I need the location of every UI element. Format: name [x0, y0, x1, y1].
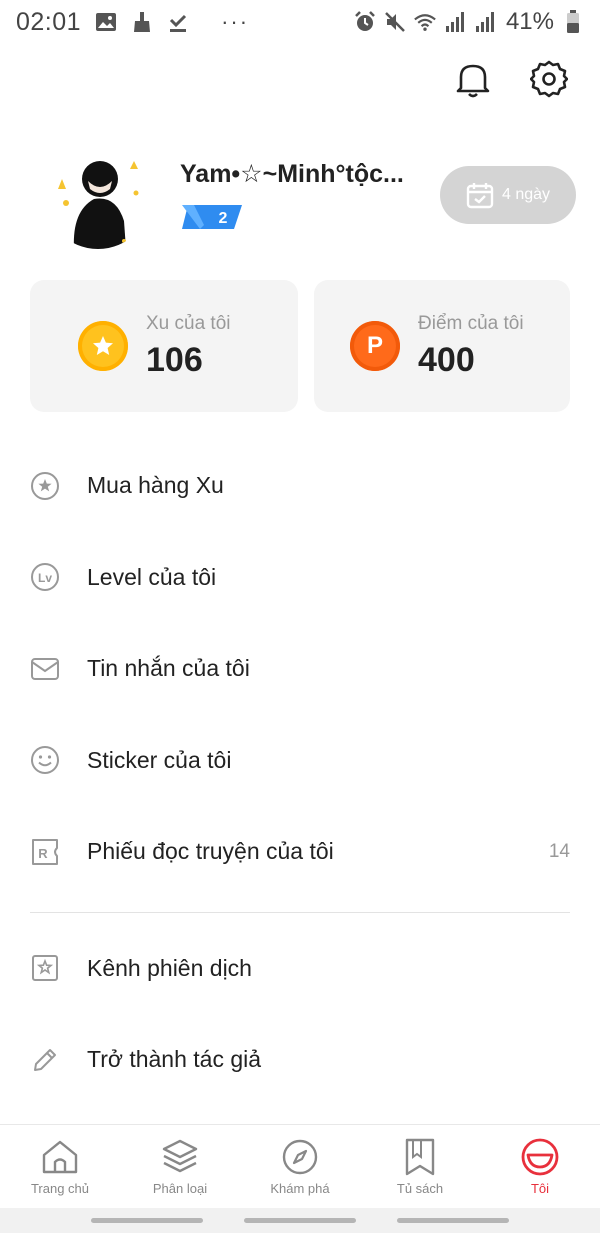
gesture-handle[interactable]	[90, 1218, 203, 1223]
level-number: 2	[219, 210, 228, 227]
profile-face-icon	[520, 1137, 560, 1177]
menu-item-stickers[interactable]: Sticker của tôi	[30, 715, 570, 807]
broom-icon	[131, 11, 153, 33]
gesture-handle[interactable]	[397, 1218, 510, 1223]
header-actions	[452, 58, 570, 100]
menu-item-buy-coins[interactable]: Mua hàng Xu	[30, 440, 570, 532]
download-done-icon	[167, 11, 189, 33]
menu-divider	[30, 911, 570, 913]
nav-label: Phân loại	[152, 1181, 208, 1196]
menu-label: Phiếu đọc truyện của tôi	[87, 838, 334, 865]
menu-item-messages[interactable]: Tin nhắn của tôi	[30, 623, 570, 715]
nav-me[interactable]: Tôi	[480, 1125, 600, 1208]
menu-label: Kênh phiên dịch	[87, 954, 252, 981]
more-notifications-icon: ···	[221, 9, 250, 34]
bookmark-icon	[400, 1137, 440, 1177]
level-icon: Lv	[30, 562, 60, 592]
menu-label: Level của tôi	[87, 563, 217, 590]
status-notification-icons: ···	[95, 9, 249, 35]
points-card[interactable]: P Điểm của tôi 400	[314, 280, 570, 412]
compass-icon	[280, 1137, 320, 1177]
menu-label: Tin nhắn của tôi	[87, 655, 250, 682]
coins-label: Xu của tôi	[146, 312, 231, 334]
gesture-handle[interactable]	[243, 1218, 356, 1223]
alarm-icon	[354, 11, 376, 33]
points-value: 400	[418, 340, 475, 379]
calendar-check-icon	[466, 183, 494, 209]
points-label: Điểm của tôi	[418, 312, 524, 334]
menu-item-translation-channel[interactable]: Kênh phiên dịch	[30, 923, 570, 1015]
profile-menu: Mua hàng Xu Lv Level của tôi Tin nhắn củ…	[30, 440, 570, 1106]
menu-label: Sticker của tôi	[87, 746, 232, 773]
menu-item-become-author[interactable]: Trở thành tác giả	[30, 1014, 570, 1106]
level-badge[interactable]: 2	[180, 203, 244, 231]
nav-label: Khám phá	[270, 1181, 330, 1196]
points-p-icon: P	[350, 321, 400, 371]
image-icon	[95, 11, 117, 33]
avatar[interactable]	[44, 141, 152, 249]
smiley-icon	[30, 745, 60, 775]
home-icon	[40, 1137, 80, 1177]
nav-bookshelf[interactable]: Tủ sách	[360, 1125, 480, 1208]
status-time: 02:01	[16, 7, 82, 36]
nav-label: Trang chủ	[30, 1181, 90, 1196]
wifi-icon	[414, 11, 436, 33]
battery-icon	[562, 10, 584, 33]
profile-section: Yam•☆~Minh°tộc... 2 4 ngày	[44, 140, 576, 250]
notification-bell-button[interactable]	[452, 58, 494, 100]
nav-label: Tủ sách	[396, 1181, 444, 1196]
pencil-icon	[30, 1045, 60, 1075]
menu-label: Trở thành tác giả	[87, 1046, 262, 1073]
layers-icon	[160, 1137, 200, 1177]
mute-icon	[384, 11, 406, 33]
username[interactable]: Yam•☆~Minh°tộc...	[180, 159, 418, 189]
svg-text:R: R	[38, 846, 48, 861]
nav-home[interactable]: Trang chủ	[0, 1125, 120, 1208]
settings-button[interactable]	[528, 58, 570, 100]
ticket-icon: R	[30, 837, 60, 867]
daily-checkin-button[interactable]: 4 ngày	[440, 166, 576, 224]
status-system-icons: 41%	[354, 8, 584, 36]
coins-value: 106	[146, 340, 203, 379]
translate-icon	[30, 953, 60, 983]
nav-explore[interactable]: Khám phá	[240, 1125, 360, 1208]
battery-percent: 41%	[505, 8, 554, 35]
coin-star-icon	[30, 471, 60, 501]
svg-text:Lv: Lv	[38, 571, 52, 585]
bottom-navigation: Trang chủ Phân loại Khám phá Tủ sách Tôi	[0, 1124, 600, 1208]
coin-star-icon	[78, 321, 128, 371]
menu-item-level[interactable]: Lv Level của tôi	[30, 532, 570, 624]
signal-icon	[474, 11, 496, 33]
bell-icon	[456, 64, 490, 98]
checkin-days: 4 ngày	[501, 186, 551, 203]
menu-label: Mua hàng Xu	[87, 472, 224, 499]
system-gesture-bar	[0, 1208, 600, 1233]
menu-item-reading-tickets[interactable]: R Phiếu đọc truyện của tôi 14	[30, 806, 570, 898]
mail-icon	[30, 654, 60, 684]
coins-card[interactable]: Xu của tôi 106	[30, 280, 298, 412]
ticket-count: 14	[548, 840, 570, 862]
wallet-cards: Xu của tôi 106 P Điểm của tôi 400	[30, 280, 570, 412]
nav-categories[interactable]: Phân loại	[120, 1125, 240, 1208]
nav-label: Tôi	[530, 1181, 550, 1196]
gear-icon	[530, 60, 568, 98]
status-bar: 02:01 ··· 41%	[0, 0, 600, 44]
signal-icon	[444, 11, 466, 33]
